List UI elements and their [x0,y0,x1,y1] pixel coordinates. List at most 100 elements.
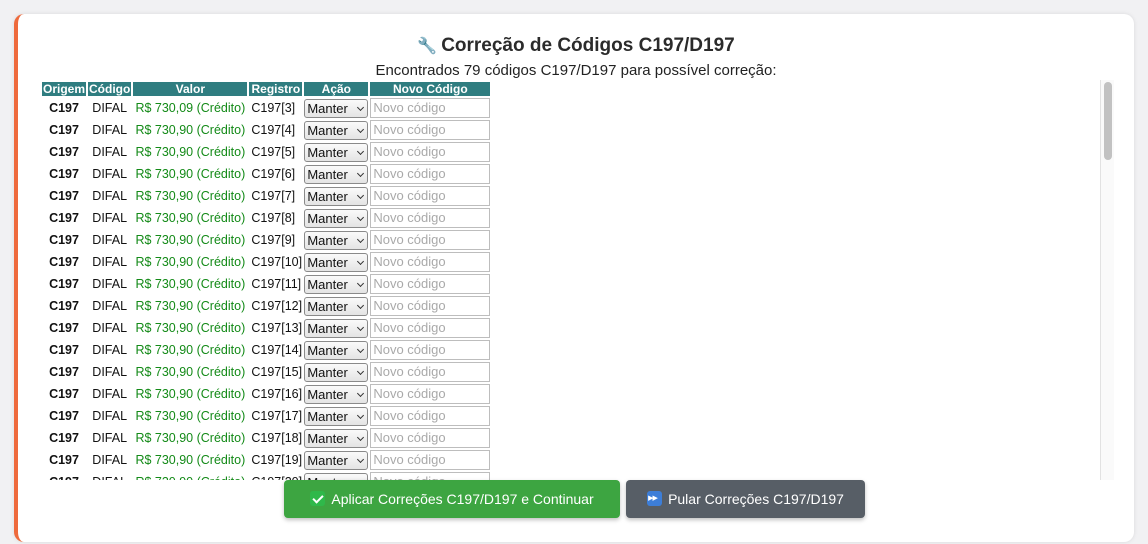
cell-acao: Manter [304,230,369,250]
table-row: C197 DIFAL R$ 730,90 (Crédito) C197[18] Mant… [42,428,491,448]
action-select[interactable]: Manter [304,274,369,294]
new-code-input[interactable]: Novo código [370,164,491,184]
table-row: C197 DIFAL R$ 730,90 (Crédito) C197[12] Mant… [42,296,491,316]
cell-codigo: DIFAL [92,387,128,401]
action-select[interactable]: Manter [304,230,369,250]
cell-origem: C197 [49,233,79,247]
action-select[interactable]: Manter [304,120,369,140]
new-code-input[interactable]: Novo código [370,406,491,426]
cell-codigo: DIFAL [92,189,128,203]
cell-registro: C197[15] [251,365,303,379]
cell-valor: R$ 730,90 (Crédito) [135,343,246,357]
new-code-input[interactable]: Novo código [370,274,491,294]
table-row: C197 DIFAL R$ 730,90 (Crédito) C197[14] Mant… [42,340,491,360]
cell-novo-codigo: Novo código [370,340,491,360]
cell-origem: C197 [49,145,79,159]
cell-registro: C197[18] [251,431,303,445]
new-code-input[interactable]: Novo código [370,428,491,448]
cell-origem: C197 [49,101,79,115]
new-code-input[interactable]: Novo código [370,120,491,140]
table-row: C197 DIFAL R$ 730,90 (Crédito) C197[11] Mant… [42,274,491,294]
cell-valor: R$ 730,09 (Crédito) [135,101,246,115]
skip-corrections-button[interactable]: Pular Correções C197/D197 [626,480,865,518]
cell-registro: C197[7] [251,189,296,203]
cell-registro: C197[5] [251,145,296,159]
new-code-input[interactable]: Novo código [370,230,491,250]
cell-novo-codigo: Novo código [370,142,491,162]
action-select[interactable]: Manter [304,472,369,480]
cell-origem: C197 [49,167,79,181]
cell-acao: Manter [304,296,369,316]
action-select[interactable]: Manter [304,252,369,272]
cell-origem: C197 [49,123,79,137]
table-row: C197 DIFAL R$ 730,90 (Crédito) C197[6] Mante… [42,164,491,184]
action-select[interactable]: Manter [304,98,369,118]
cell-codigo: DIFAL [92,255,128,269]
cell-valor: R$ 730,90 (Crédito) [135,387,246,401]
cell-novo-codigo: Novo código [370,318,491,338]
new-code-input[interactable]: Novo código [370,472,491,480]
new-code-input[interactable]: Novo código [370,450,491,470]
apply-corrections-button[interactable]: Aplicar Correções C197/D197 e Continuar [284,480,620,518]
chevron-down-icon [357,345,365,353]
new-code-input[interactable]: Novo código [370,142,491,162]
action-select[interactable]: Manter [304,340,369,360]
new-code-input[interactable]: Novo código [370,318,491,338]
scrollbar-thumb[interactable] [1104,82,1112,160]
new-code-input[interactable]: Novo código [370,384,491,404]
cell-registro: C197[9] [251,233,296,247]
new-code-input[interactable]: Novo código [370,340,491,360]
action-select[interactable]: Manter [304,142,369,162]
table-scrollbar[interactable] [1100,80,1114,480]
cell-valor: R$ 730,90 (Crédito) [135,145,246,159]
action-select-value: Manter [307,276,348,292]
new-code-input[interactable]: Novo código [370,252,491,272]
action-select[interactable]: Manter [304,318,369,338]
action-select[interactable]: Manter [304,428,369,448]
table-row: C197 DIFAL R$ 730,90 (Crédito) C197[8] Mante… [42,208,491,228]
table-row: C197 DIFAL R$ 730,09 (Crédito) C197[3] Mante… [42,98,491,118]
action-select-value: Manter [307,298,348,314]
codes-table: Origem Código Valor Registro Ação Novo C… [42,80,492,480]
action-select-value: Manter [307,364,348,380]
table-row: C197 DIFAL R$ 730,90 (Crédito) C197[10] Mant… [42,252,491,272]
cell-codigo: DIFAL [92,233,128,247]
chevron-down-icon [357,389,365,397]
table-row: C197 DIFAL R$ 730,90 (Crédito) C197[7] Mante… [42,186,491,206]
cell-origem: C197 [49,255,79,269]
cell-acao: Manter [304,384,369,404]
header-codigo: Código [88,82,132,96]
cell-acao: Manter [304,274,369,294]
chevron-down-icon [357,169,365,177]
action-select[interactable]: Manter [304,296,369,316]
action-select[interactable]: Manter [304,384,369,404]
action-select[interactable]: Manter [304,164,369,184]
action-select-value: Manter [307,100,348,116]
chevron-down-icon [357,279,365,287]
codes-table-container[interactable]: Origem Código Valor Registro Ação Novo C… [42,80,1132,480]
results-summary: Encontrados 79 códigos C197/D197 para po… [375,62,777,79]
new-code-input[interactable]: Novo código [370,98,491,118]
table-header-row: Origem Código Valor Registro Ação Novo C… [42,82,491,96]
new-code-input[interactable]: Novo código [370,186,491,206]
new-code-input[interactable]: Novo código [370,208,491,228]
action-select-value: Manter [307,232,348,248]
new-code-input[interactable]: Novo código [370,296,491,316]
cell-origem: C197 [49,189,79,203]
action-select[interactable]: Manter [304,450,369,470]
action-select[interactable]: Manter [304,406,369,426]
new-code-input[interactable]: Novo código [370,362,491,382]
cell-registro: C197[10] [251,255,303,269]
cell-registro: C197[19] [251,453,303,467]
header-registro: Registro [249,82,303,96]
cell-registro: C197[4] [251,123,296,137]
chevron-down-icon [357,235,365,243]
cell-acao: Manter [304,98,369,118]
action-select[interactable]: Manter [304,186,369,206]
cell-origem: C197 [49,277,79,291]
chevron-down-icon [357,433,365,441]
action-select[interactable]: Manter [304,208,369,228]
action-select[interactable]: Manter [304,362,369,382]
action-select-value: Manter [307,408,348,424]
cell-novo-codigo: Novo código [370,450,491,470]
